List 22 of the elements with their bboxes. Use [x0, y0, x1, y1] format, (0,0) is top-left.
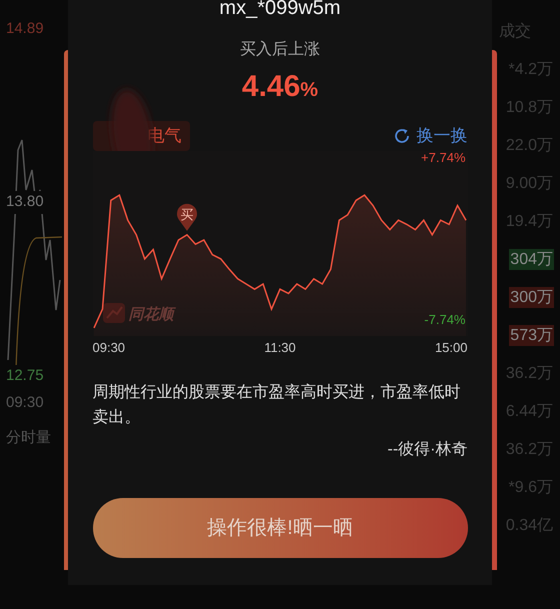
axis-label: 11:30: [264, 339, 296, 357]
axis-label: +7.74%: [421, 150, 466, 166]
quote-text: 周期性行业的股票要在市盈率高时买进，市盈率低时卖出。: [92, 382, 462, 428]
volume-value: 304万: [509, 249, 554, 270]
axis-label: 14.89: [6, 19, 44, 39]
axis-label: 09:30: [6, 393, 44, 413]
volume-value: 300万: [509, 287, 554, 308]
gain-label: 买入后上涨: [240, 40, 320, 60]
share-button[interactable]: 操作很棒!晒一晒: [92, 498, 468, 558]
gain-value: 4.46%: [242, 69, 318, 105]
axis-label: 15:00: [434, 339, 468, 357]
buy-marker: 买: [176, 204, 196, 231]
refresh-icon: [392, 127, 410, 145]
axis-label: -7.74%: [424, 312, 466, 328]
axis-label: 13.80: [6, 191, 44, 214]
chart-watermark: 同花顺: [128, 304, 174, 326]
quote-author: --彼得·林奇: [386, 440, 468, 460]
volume-value: 573万: [509, 325, 554, 346]
user-name: mx_*099w5m: [219, 0, 341, 18]
section-label: 分时量: [6, 428, 51, 448]
refresh-button[interactable]: 换一换: [392, 123, 468, 149]
axis-label: 09:30: [92, 339, 126, 357]
